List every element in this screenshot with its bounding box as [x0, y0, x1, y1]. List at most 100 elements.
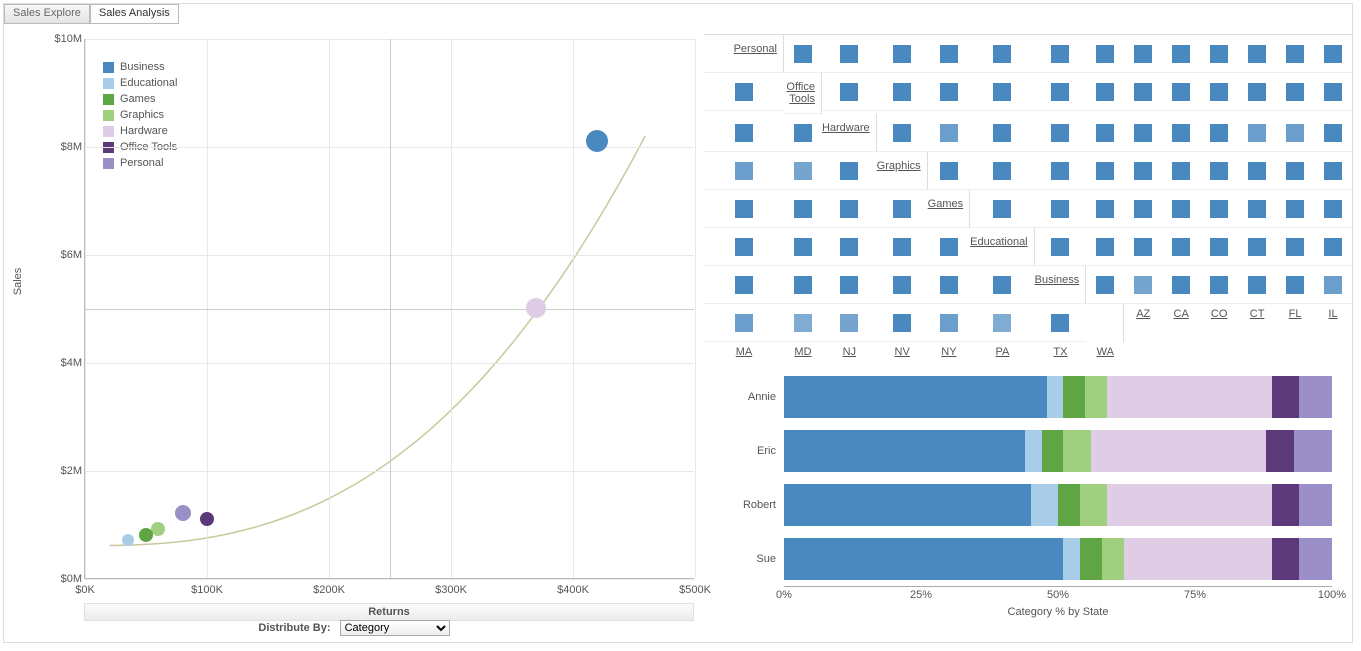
grid-cell[interactable]: [928, 304, 970, 342]
grid-cell[interactable]: [877, 35, 928, 73]
grid-cell[interactable]: [1035, 304, 1087, 342]
grid-cell[interactable]: [784, 266, 822, 304]
grid-col-label[interactable]: TX: [1035, 342, 1087, 362]
scatter-point[interactable]: [200, 512, 214, 526]
grid-cell[interactable]: [1276, 266, 1314, 304]
grid-cell[interactable]: [1238, 190, 1276, 228]
grid-cell[interactable]: [928, 152, 970, 190]
grid-cell[interactable]: [784, 152, 822, 190]
grid-cell[interactable]: [1238, 73, 1276, 111]
grid-cell[interactable]: [1035, 114, 1087, 152]
grid-cell[interactable]: [784, 114, 822, 152]
grid-cell[interactable]: [704, 228, 784, 266]
grid-col-label[interactable]: MD: [784, 342, 822, 362]
grid-cell[interactable]: [877, 190, 928, 228]
grid-cell[interactable]: [928, 73, 970, 111]
grid-cell[interactable]: [877, 228, 928, 266]
grid-cell[interactable]: [1124, 190, 1162, 228]
grid-cell[interactable]: [1124, 266, 1162, 304]
grid-cell[interactable]: [822, 73, 877, 111]
scatter-point[interactable]: [526, 298, 546, 318]
stacked-segment[interactable]: [1091, 430, 1266, 472]
grid-row-label[interactable]: Graphics: [877, 152, 928, 190]
grid-cell[interactable]: [822, 266, 877, 304]
stacked-segment[interactable]: [784, 430, 1025, 472]
stacked-segment[interactable]: [1058, 484, 1080, 526]
stacked-segment[interactable]: [784, 538, 1063, 580]
grid-cell[interactable]: [704, 152, 784, 190]
stacked-segment[interactable]: [1063, 430, 1090, 472]
grid-col-label[interactable]: CA: [1162, 304, 1200, 342]
grid-col-label[interactable]: AZ: [1124, 304, 1162, 342]
grid-cell[interactable]: [1124, 35, 1162, 73]
grid-cell[interactable]: [1200, 152, 1238, 190]
grid-cell[interactable]: [1162, 152, 1200, 190]
grid-cell[interactable]: [877, 114, 928, 152]
grid-cell[interactable]: [1124, 114, 1162, 152]
grid-cell[interactable]: [928, 114, 970, 152]
grid-cell[interactable]: [877, 304, 928, 342]
grid-cell[interactable]: [1200, 35, 1238, 73]
grid-cell[interactable]: [1314, 73, 1352, 111]
grid-row-label[interactable]: Personal: [704, 35, 784, 73]
stacked-segment[interactable]: [1299, 484, 1332, 526]
grid-cell[interactable]: [1238, 114, 1276, 152]
grid-cell[interactable]: [1162, 114, 1200, 152]
grid-cell[interactable]: [1276, 35, 1314, 73]
grid-col-label[interactable]: NV: [877, 342, 928, 362]
grid-cell[interactable]: [1035, 190, 1087, 228]
grid-cell[interactable]: [1162, 228, 1200, 266]
stacked-segment[interactable]: [1266, 430, 1293, 472]
grid-cell[interactable]: [1200, 190, 1238, 228]
stacked-segment[interactable]: [1047, 376, 1063, 418]
grid-cell[interactable]: [1086, 35, 1124, 73]
scatter-point[interactable]: [122, 534, 134, 546]
stacked-segment[interactable]: [1124, 538, 1272, 580]
scatter-point[interactable]: [175, 505, 191, 521]
grid-cell[interactable]: [1314, 266, 1352, 304]
stacked-segment[interactable]: [1025, 430, 1041, 472]
grid-cell[interactable]: [1238, 228, 1276, 266]
grid-cell[interactable]: [1162, 190, 1200, 228]
grid-cell[interactable]: [1238, 35, 1276, 73]
stacked-segment[interactable]: [1107, 484, 1271, 526]
grid-cell[interactable]: [784, 35, 822, 73]
grid-cell[interactable]: [1035, 152, 1087, 190]
stacked-segment[interactable]: [1085, 376, 1107, 418]
grid-cell[interactable]: [1035, 35, 1087, 73]
grid-cell[interactable]: [1314, 114, 1352, 152]
grid-col-label[interactable]: WA: [1086, 342, 1124, 362]
stacked-bar[interactable]: [784, 538, 1332, 580]
grid-cell[interactable]: [1276, 73, 1314, 111]
grid-cell[interactable]: [1314, 190, 1352, 228]
grid-cell[interactable]: [704, 304, 784, 342]
grid-cell[interactable]: [822, 190, 877, 228]
grid-cell[interactable]: [784, 228, 822, 266]
grid-cell[interactable]: [784, 190, 822, 228]
stacked-segment[interactable]: [1063, 376, 1085, 418]
stacked-segment[interactable]: [1272, 538, 1299, 580]
grid-cell[interactable]: [877, 266, 928, 304]
stacked-segment[interactable]: [1299, 538, 1332, 580]
stacked-bar[interactable]: [784, 430, 1332, 472]
grid-cell[interactable]: [704, 73, 784, 111]
stacked-segment[interactable]: [784, 376, 1047, 418]
grid-cell[interactable]: [928, 35, 970, 73]
grid-cell[interactable]: [822, 228, 877, 266]
grid-cell[interactable]: [970, 114, 1035, 152]
grid-cell[interactable]: [970, 190, 1035, 228]
scatter-point[interactable]: [586, 130, 608, 152]
grid-col-label[interactable]: PA: [970, 342, 1035, 362]
stacked-bar[interactable]: [784, 376, 1332, 418]
grid-cell[interactable]: [1238, 266, 1276, 304]
grid-cell[interactable]: [1086, 114, 1124, 152]
tab-sales-explore[interactable]: Sales Explore: [4, 4, 90, 24]
grid-col-label[interactable]: CO: [1200, 304, 1238, 342]
stacked-segment[interactable]: [1107, 376, 1271, 418]
grid-cell[interactable]: [1124, 152, 1162, 190]
grid-cell[interactable]: [1314, 35, 1352, 73]
stacked-segment[interactable]: [1080, 484, 1107, 526]
grid-col-label[interactable]: NY: [928, 342, 970, 362]
grid-cell[interactable]: [1276, 190, 1314, 228]
grid-cell[interactable]: [1276, 152, 1314, 190]
